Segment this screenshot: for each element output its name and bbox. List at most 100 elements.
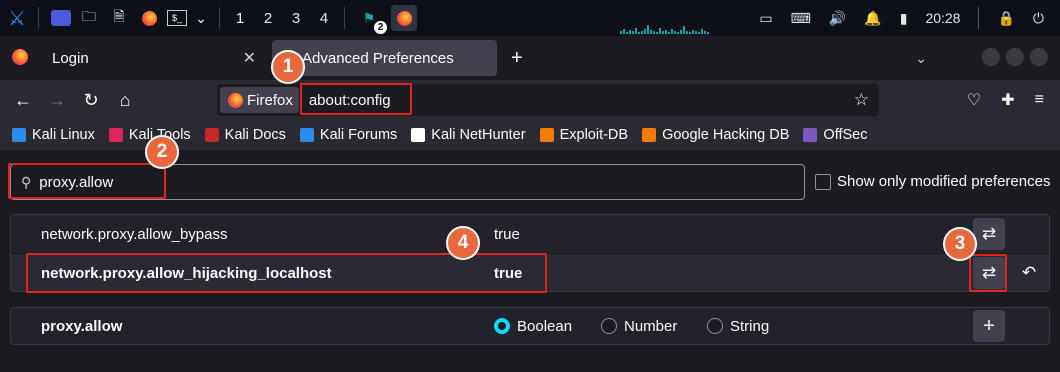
bookmark-label: Google Hacking DB <box>662 127 790 143</box>
task-manager-icon[interactable]: ⚑ 2 <box>357 6 387 34</box>
annotation-badge-1: 1 <box>271 50 305 84</box>
bookmark-label: Exploit-DB <box>559 127 629 143</box>
tab-label: Login <box>52 49 89 67</box>
bookmark-item[interactable]: OffSec <box>803 127 867 143</box>
firefox-view-icon[interactable] <box>12 49 28 65</box>
reset-icon[interactable]: ↶ <box>1013 257 1045 289</box>
keyboard-icon[interactable]: ⌨ <box>791 10 811 27</box>
annotation-badge-3: 3 <box>943 227 977 261</box>
radio-dot[interactable] <box>707 318 723 334</box>
close-window-button[interactable] <box>1030 48 1048 66</box>
notification-bell-icon[interactable]: 🔔 <box>864 10 881 27</box>
navigation-toolbar: ← → ↻ ⌂ Firefox about:config ☆ ♡ ✚ ≡ <box>0 80 1060 120</box>
lock-icon[interactable]: 🔒 <box>997 10 1014 27</box>
new-tab-button[interactable]: + <box>511 47 523 70</box>
new-pref-name: proxy.allow <box>41 317 123 335</box>
bookmark-item[interactable]: Kali Forums <box>299 127 398 143</box>
tab-login[interactable]: Login ✕ <box>40 40 268 76</box>
kali-menu-icon[interactable]: ⚔ <box>2 3 32 33</box>
radio-label: String <box>730 317 770 335</box>
bookmark-item[interactable]: Kali NetHunter <box>411 127 526 143</box>
pref-name: network.proxy.allow_bypass <box>41 225 228 243</box>
show-modified-checkbox[interactable]: Show only modified preferences <box>815 173 1050 190</box>
close-icon[interactable]: ✕ <box>243 48 256 68</box>
identity-label: Firefox <box>247 91 293 109</box>
bookmark-label: Kali NetHunter <box>431 127 526 143</box>
bookmark-favicon-icon <box>204 128 219 142</box>
chevron-down-icon[interactable]: ⌄ <box>189 6 213 30</box>
workspace-1[interactable]: 1 <box>226 10 254 27</box>
radio-dot[interactable] <box>494 318 510 334</box>
maximize-button[interactable] <box>1006 48 1024 66</box>
terminal-icon[interactable]: $_ <box>167 10 187 26</box>
back-button[interactable]: ← <box>6 90 40 111</box>
bookmark-star-icon[interactable]: ☆ <box>854 90 869 110</box>
radio-number[interactable]: Number <box>601 318 677 335</box>
checkbox-label: Show only modified preferences <box>837 173 1051 190</box>
bookmark-favicon-icon <box>642 128 657 142</box>
workspace-4[interactable]: 4 <box>310 10 338 27</box>
bookmark-favicon-icon <box>12 128 26 142</box>
text-editor-icon[interactable]: 🗎 <box>107 6 131 30</box>
bookmark-item[interactable]: Exploit-DB <box>539 127 629 143</box>
highlight-pref-row <box>26 253 547 293</box>
taskbar-separator <box>219 7 220 29</box>
reload-button[interactable]: ↻ <box>74 90 108 111</box>
tab-label: Advanced Preferences <box>302 49 454 67</box>
checkbox-box[interactable] <box>815 173 831 190</box>
tray-separator <box>978 7 980 29</box>
power-icon[interactable]: ⏻ <box>1033 10 1044 27</box>
window-controls <box>982 48 1048 66</box>
bookmark-favicon-icon <box>803 128 818 142</box>
toggle-button[interactable]: ⇄ <box>973 218 1005 250</box>
home-button[interactable]: ⌂ <box>108 90 142 111</box>
firefox-window-icon[interactable] <box>391 5 417 31</box>
system-taskbar: ⚔ 🗀 🗎 $_ ⌄ 1 2 3 4 ⚑ 2 ▭ ⌨ 🔊 🔔 ▮ 20:28 🔒… <box>0 0 1060 36</box>
extensions-icon[interactable]: ✚ <box>1001 90 1014 110</box>
table-row[interactable]: network.proxy.allow_bypass true ⇄ <box>11 215 1049 253</box>
annotation-badge-4: 4 <box>446 226 480 260</box>
task-badge: 2 <box>374 21 387 34</box>
forward-button[interactable]: → <box>40 90 74 111</box>
add-button[interactable]: + <box>973 310 1005 342</box>
bookmark-item[interactable]: Kali Linux <box>12 127 95 143</box>
bookmark-label: Kali Forums <box>319 127 398 143</box>
pref-value: true <box>494 225 520 243</box>
bookmark-favicon-icon <box>539 128 554 142</box>
taskbar-separator <box>38 7 39 29</box>
minimize-button[interactable] <box>982 48 1000 66</box>
file-manager-icon[interactable]: 🗀 <box>77 6 101 30</box>
bookmark-label: Kali Docs <box>224 127 286 143</box>
new-pref-row: proxy.allow Boolean Number String + <box>10 307 1050 345</box>
battery-icon[interactable]: ▮ <box>900 10 908 27</box>
menu-icon[interactable]: ≡ <box>1035 91 1044 109</box>
identity-box[interactable]: Firefox <box>220 87 299 113</box>
toolbar-right: ♡ ✚ ≡ <box>967 80 1060 120</box>
radio-label: Number <box>624 317 678 335</box>
bookmark-label: OffSec <box>823 127 868 143</box>
firefox-launcher-icon[interactable] <box>137 6 161 30</box>
radio-string[interactable]: String <box>707 318 769 335</box>
desktop-icon[interactable] <box>51 10 71 26</box>
annotation-badge-2: 2 <box>145 135 179 169</box>
tab-advanced-preferences[interactable]: Advanced Preferences <box>272 40 497 76</box>
list-all-tabs-icon[interactable]: ⌄ <box>915 50 927 67</box>
screenshot-icon[interactable]: ▭ <box>759 10 772 27</box>
bookmark-item[interactable]: Kali Docs <box>204 127 286 143</box>
radio-boolean[interactable]: Boolean <box>494 318 572 335</box>
workspace-2[interactable]: 2 <box>254 10 282 27</box>
bookmark-item[interactable]: Google Hacking DB <box>642 127 789 143</box>
clock[interactable]: 20:28 <box>925 10 960 26</box>
cpu-graph <box>620 22 750 34</box>
firefox-icon <box>228 92 243 108</box>
bookmark-label: Kali Linux <box>32 127 95 143</box>
workspace-3[interactable]: 3 <box>282 10 310 27</box>
bookmark-favicon-icon <box>411 128 426 142</box>
volume-icon[interactable]: 🔊 <box>829 10 846 27</box>
system-tray: ▭ ⌨ 🔊 🔔 ▮ 20:28 🔒 ⏻ <box>759 0 1060 36</box>
pocket-icon[interactable]: ♡ <box>967 90 981 110</box>
taskbar-separator <box>344 7 345 29</box>
highlight-toggle <box>969 254 1007 292</box>
radio-dot[interactable] <box>601 318 617 334</box>
radio-label: Boolean <box>517 317 573 335</box>
